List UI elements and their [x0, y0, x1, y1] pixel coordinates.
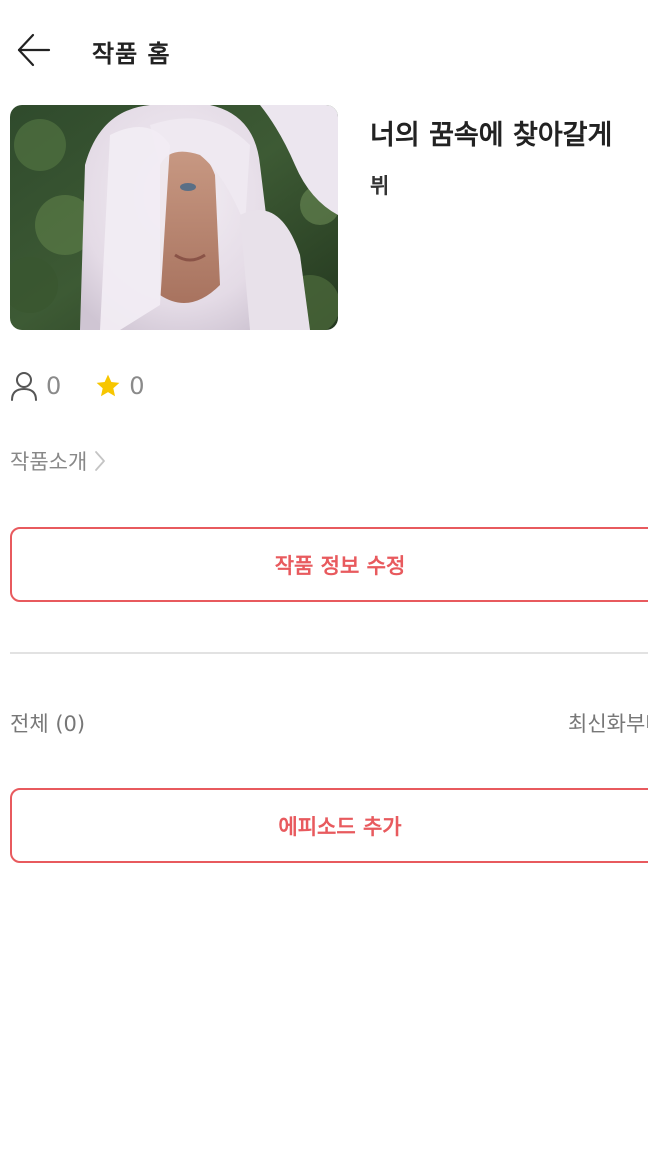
edit-work-info-label: 작품 정보 수정: [274, 553, 406, 578]
add-episode-label: 에피소드 추가: [278, 814, 402, 839]
star-icon: [96, 374, 120, 397]
work-title: 너의 꿈속에 찾아갈게: [370, 120, 613, 151]
rating-stat: 0: [95, 372, 145, 400]
work-home-screen: 작품 홈 너의 꿈속에 찾아갈게 뷔 0 0 작품소개 작품 정보 수정 전체 …: [0, 0, 648, 1152]
intro-label: 작품소개: [10, 450, 88, 474]
readers-count: 0: [46, 372, 62, 400]
divider: [10, 652, 648, 654]
sort-order-button[interactable]: 최신화부터: [568, 708, 648, 738]
header: 작품 홈: [0, 0, 648, 100]
back-button[interactable]: [14, 30, 54, 70]
work-intro-link[interactable]: 작품소개: [10, 446, 107, 476]
page-title: 작품 홈: [92, 40, 171, 68]
chevron-right-icon: [95, 451, 106, 471]
edit-work-info-button[interactable]: 작품 정보 수정: [10, 527, 648, 602]
rating-count: 0: [129, 372, 145, 400]
episode-count: 전체 (0): [10, 712, 86, 736]
add-episode-button[interactable]: 에피소드 추가: [10, 788, 648, 863]
readers-stat: 0: [10, 371, 61, 401]
arrow-left-icon: [17, 33, 51, 67]
cover-photo: [10, 105, 338, 330]
person-icon: [11, 372, 37, 401]
author-name: 뷔: [370, 174, 390, 198]
stats-row: 0 0: [10, 368, 145, 404]
